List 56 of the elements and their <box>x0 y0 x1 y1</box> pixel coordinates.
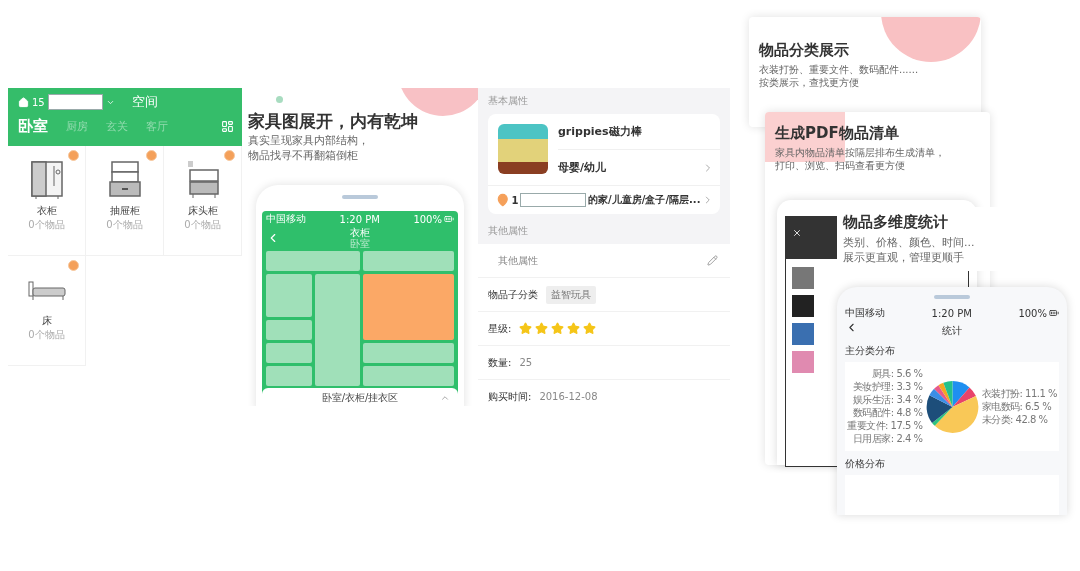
section-heading: 主分类分布 <box>845 344 896 358</box>
field-value: 25 <box>519 357 533 368</box>
feature-title: 物品分类展示 <box>759 41 850 60</box>
status-time: 1:20 PM <box>339 213 380 225</box>
slice-label: 重要文件: 17.5 % <box>847 420 923 432</box>
carrier-text: 中国移动 <box>845 306 885 320</box>
feature-text: 类别、价格、颜色、时间... <box>843 235 976 250</box>
screen-title: 衣柜 <box>350 227 370 238</box>
feature-text: 按类展示，查找更方便 <box>759 76 860 89</box>
location-prefix: 1 <box>511 194 519 206</box>
item-count: 0个物品 <box>106 218 143 232</box>
battery-percent: 100% <box>413 213 442 225</box>
screen-subtitle: 卧室 <box>350 238 370 249</box>
carrier-text: 中国移动 <box>266 212 306 226</box>
slice-label: 未分类: 42.8 % <box>981 413 1048 426</box>
item-count: 0个物品 <box>28 328 65 342</box>
slice-label: 日用居家: 2.4 % <box>852 433 923 445</box>
screen-title: 统计 <box>942 324 962 338</box>
field-label: 数量: <box>488 355 512 370</box>
feature-text: 家具内物品清单按隔层排布生成清单， <box>775 146 946 159</box>
item-count: 0个物品 <box>184 218 221 232</box>
item-count: 0个物品 <box>28 218 65 232</box>
subcategory-tag: 益智玩具 <box>546 285 596 304</box>
space-label: 空间 <box>131 93 158 111</box>
feature-text: 展示更直观，管理更顺手 <box>843 250 965 265</box>
section-heading: 基本属性 <box>487 94 529 108</box>
field-label: 购买时间: <box>488 389 532 404</box>
field-label: 物品子分类 <box>488 287 538 302</box>
furniture-name: 床 <box>41 314 52 328</box>
feature-text: 衣装打扮、重要文件、数码配件...... <box>759 63 920 76</box>
feature-title: 物品多维度统计 <box>843 213 949 232</box>
slice-label: 娱乐生活: 3.4 % <box>852 394 923 406</box>
section-heading: 价格分布 <box>845 457 886 471</box>
promo-text: 物品找寻不再翻箱倒柜 <box>248 148 359 163</box>
slice-label: 家电数码: 6.5 % <box>981 400 1052 413</box>
other-attributes-label: 其他属性 <box>498 253 538 268</box>
section-heading: 其他属性 <box>487 224 529 238</box>
slice-label: 衣装打扮: 11.1 % <box>981 387 1057 400</box>
home-name: 15 <box>32 96 45 108</box>
promo-text: 真实呈现家具内部结构， <box>248 133 370 148</box>
feature-title: 生成PDF物品清单 <box>775 124 900 143</box>
slice-label: 厨具: 5.6 % <box>871 368 923 380</box>
feature-text: 打印、浏览、扫码查看更方便 <box>775 159 906 172</box>
slice-label: 美妆护理: 3.3 % <box>852 381 923 393</box>
location-path: 卧室/衣柜/挂衣区 <box>321 391 399 405</box>
furniture-name: 抽屉柜 <box>109 204 140 218</box>
field-label: 星级: <box>488 321 512 336</box>
battery-percent: 100% <box>1018 307 1047 319</box>
field-value: 2016-12-08 <box>539 391 598 402</box>
promo-title: 家具图展开，内有乾坤 <box>248 110 419 133</box>
status-time: 1:20 PM <box>931 307 972 319</box>
furniture-name: 衣柜 <box>36 204 57 218</box>
slice-label: 数码配件: 4.8 % <box>852 407 923 419</box>
location-text: 的家/儿童房/盒子/隔层... <box>588 193 701 207</box>
furniture-name: 床头柜 <box>187 204 218 218</box>
item-name: grippies磁力棒 <box>558 124 642 139</box>
